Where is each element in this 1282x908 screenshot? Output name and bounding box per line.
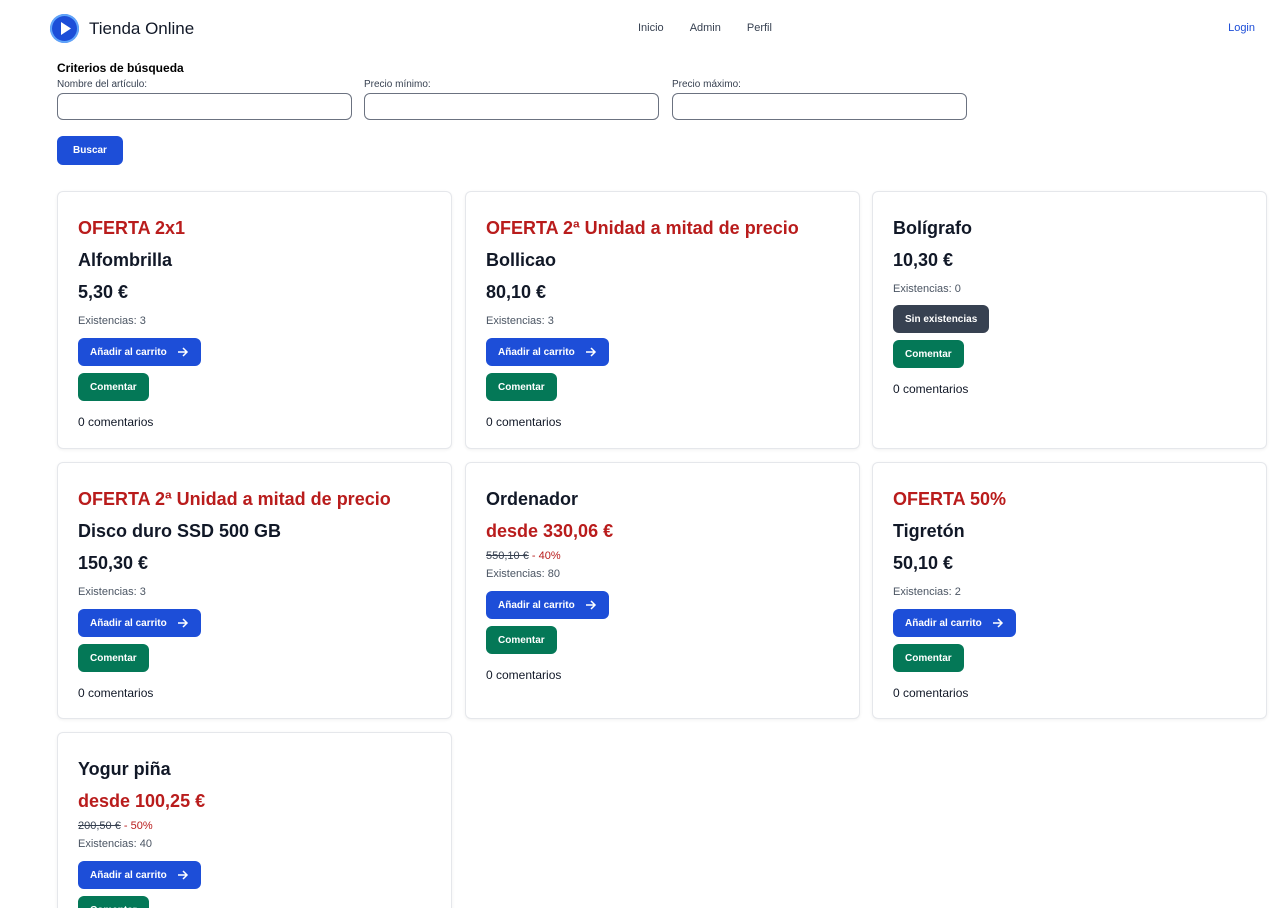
stock-label: Existencias: 3 — [78, 315, 146, 327]
product-card: OFERTA 50% Tigretón 50,10 € Existencias:… — [872, 462, 1267, 719]
old-price: 200,50 € — [78, 820, 121, 832]
arrow-right-icon — [177, 870, 188, 880]
comments-count: 0 comentarios — [78, 415, 154, 429]
old-price: 550,10 € — [486, 550, 529, 562]
play-logo-icon — [50, 14, 79, 43]
comment-button[interactable]: Comentar — [78, 896, 149, 908]
product-card: Ordenador desde 330,06 € 550,10 € - 40% … — [465, 462, 860, 719]
min-price-field[interactable] — [364, 93, 659, 120]
comment-button[interactable]: Comentar — [486, 373, 557, 401]
arrow-right-icon — [992, 618, 1003, 628]
name-field-label: Nombre del artículo: — [57, 79, 148, 90]
brand-name: Tienda Online — [89, 18, 195, 38]
offer-label: OFERTA 50% — [893, 489, 1007, 509]
product-price: 50,10 € — [893, 553, 954, 573]
nav-links: Inicio Admin Perfil — [638, 22, 798, 34]
comment-button[interactable]: Comentar — [78, 644, 149, 672]
product-name: Tigretón — [893, 521, 965, 541]
name-field[interactable] — [57, 93, 352, 120]
product-name: Bolígrafo — [893, 218, 972, 238]
stock-label: Existencias: 80 — [486, 568, 560, 580]
product-card: OFERTA 2ª Unidad a mitad de precio Disco… — [57, 462, 452, 719]
comments-count: 0 comentarios — [78, 686, 154, 700]
product-price: 10,30 € — [893, 250, 954, 270]
stock-label: Existencias: 0 — [893, 283, 961, 295]
product-card: Yogur piña desde 100,25 € 200,50 € - 50%… — [57, 732, 452, 908]
min-price-field-group: Precio mínimo: — [364, 79, 659, 120]
comments-count: 0 comentarios — [486, 415, 562, 429]
comment-button[interactable]: Comentar — [486, 626, 557, 654]
add-to-cart-label: Añadir al carrito — [90, 869, 167, 881]
stock-label: Existencias: 3 — [486, 315, 554, 327]
login-link[interactable]: Login — [1228, 22, 1255, 34]
comment-button[interactable]: Comentar — [893, 644, 964, 672]
nav-link-admin[interactable]: Admin — [690, 22, 721, 34]
add-to-cart-label: Añadir al carrito — [90, 617, 167, 629]
search-button[interactable]: Buscar — [57, 136, 123, 165]
max-price-field-group: Precio máximo: — [672, 79, 967, 120]
max-price-field[interactable] — [672, 93, 967, 120]
search-form: Criterios de búsqueda Nombre del artícul… — [57, 61, 967, 165]
discount-label: - 50% — [123, 820, 153, 832]
arrow-right-icon — [585, 600, 596, 610]
offer-label: OFERTA 2ª Unidad a mitad de precio — [486, 218, 799, 238]
arrow-right-icon — [177, 347, 188, 357]
add-to-cart-label: Añadir al carrito — [498, 346, 575, 358]
comment-button[interactable]: Comentar — [78, 373, 149, 401]
offer-label: OFERTA 2ª Unidad a mitad de precio — [78, 489, 391, 509]
comments-count: 0 comentarios — [893, 686, 969, 700]
brand[interactable]: Tienda Online — [50, 14, 194, 43]
add-to-cart-button[interactable]: Añadir al carrito — [486, 338, 609, 366]
add-to-cart-button[interactable]: Añadir al carrito — [78, 338, 201, 366]
name-field-group: Nombre del artículo: — [57, 79, 352, 120]
max-price-label: Precio máximo: — [672, 79, 741, 90]
search-fields: Nombre del artículo: Precio mínimo: Prec… — [57, 79, 977, 129]
add-to-cart-button[interactable]: Añadir al carrito — [486, 591, 609, 619]
product-price: desde 330,06 € — [486, 521, 614, 541]
product-card: OFERTA 2ª Unidad a mitad de precio Bolli… — [465, 191, 860, 449]
discount-label: - 40% — [531, 550, 561, 562]
add-to-cart-label: Añadir al carrito — [90, 346, 167, 358]
stock-label: Existencias: 40 — [78, 838, 152, 850]
arrow-right-icon — [585, 347, 596, 357]
add-to-cart-label: Añadir al carrito — [905, 617, 982, 629]
product-name: Ordenador — [486, 489, 579, 509]
add-to-cart-button[interactable]: Añadir al carrito — [78, 609, 201, 637]
arrow-right-icon — [177, 618, 188, 628]
navbar: Tienda Online Inicio Admin Perfil Login — [0, 0, 1282, 58]
comments-count: 0 comentarios — [893, 382, 969, 396]
out-of-stock-button[interactable]: Sin existencias — [893, 305, 990, 333]
product-name: Yogur piña — [78, 759, 171, 779]
nav-link-inicio[interactable]: Inicio — [638, 22, 664, 34]
product-name: Bollicao — [486, 250, 557, 270]
comment-button[interactable]: Comentar — [893, 340, 964, 368]
min-price-label: Precio mínimo: — [364, 79, 431, 90]
stock-label: Existencias: 2 — [893, 586, 961, 598]
product-card: OFERTA 2x1 Alfombrilla 5,30 € Existencia… — [57, 191, 452, 449]
old-price-row: 200,50 € - 50% — [78, 817, 431, 835]
product-name: Disco duro SSD 500 GB — [78, 521, 282, 541]
product-price: 5,30 € — [78, 282, 129, 302]
product-price: 80,10 € — [486, 282, 547, 302]
product-name: Alfombrilla — [78, 250, 173, 270]
stock-label: Existencias: 3 — [78, 586, 146, 598]
add-to-cart-button[interactable]: Añadir al carrito — [78, 861, 201, 889]
product-card: Bolígrafo 10,30 € Existencias: 0 Sin exi… — [872, 191, 1267, 449]
nav-link-perfil[interactable]: Perfil — [747, 22, 772, 34]
product-price: 150,30 € — [78, 553, 149, 573]
comments-count: 0 comentarios — [486, 668, 562, 682]
search-title: Criterios de búsqueda — [57, 61, 184, 75]
add-to-cart-button[interactable]: Añadir al carrito — [893, 609, 1016, 637]
old-price-row: 550,10 € - 40% — [486, 547, 839, 565]
product-price: desde 100,25 € — [78, 791, 206, 811]
add-to-cart-label: Añadir al carrito — [498, 599, 575, 611]
offer-label: OFERTA 2x1 — [78, 218, 186, 238]
